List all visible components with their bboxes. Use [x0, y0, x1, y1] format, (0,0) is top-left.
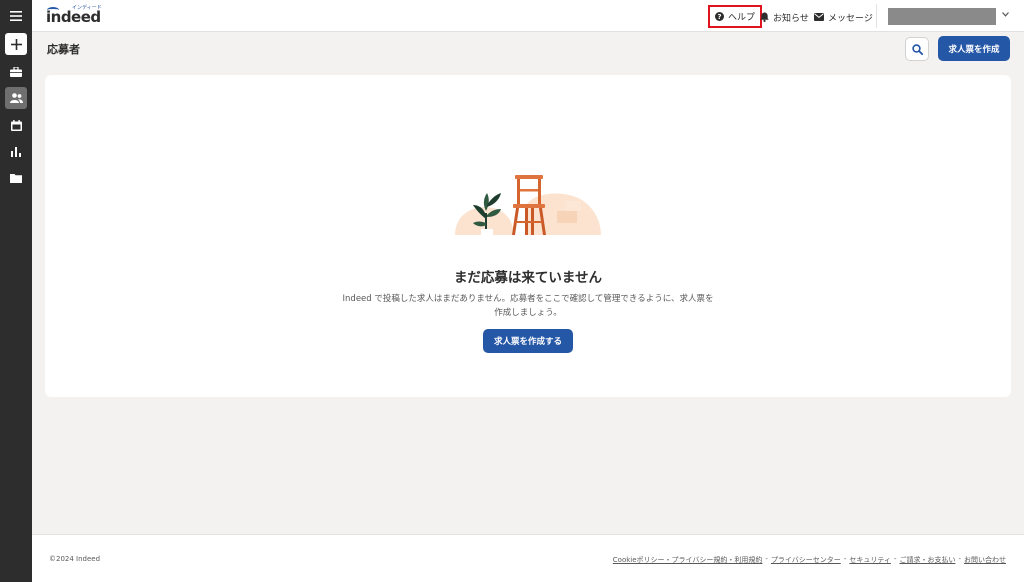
- new-button[interactable]: [5, 33, 27, 55]
- notifications-link[interactable]: お知らせ: [760, 8, 809, 26]
- notifications-label: お知らせ: [773, 13, 809, 24]
- create-job-button[interactable]: 求人票を作成: [938, 36, 1010, 61]
- people-icon: [9, 93, 23, 103]
- create-job-cta-button[interactable]: 求人票を作成する: [483, 329, 573, 353]
- footer-separator: -: [893, 555, 897, 563]
- page-title: 応募者: [47, 43, 80, 56]
- menu-icon: [10, 11, 22, 21]
- help-label: ヘルプ: [728, 13, 756, 23]
- question-circle-icon: ?: [715, 12, 724, 21]
- svg-text:?: ?: [717, 13, 721, 21]
- footer: ©2024 Indeed Cookieポリシー・プライバシー規約・利用規約 - …: [32, 534, 1024, 582]
- sidebar-item-candidates[interactable]: [5, 87, 27, 109]
- search-button[interactable]: [905, 37, 929, 61]
- footer-link-contact[interactable]: お問い合わせ: [964, 555, 1006, 565]
- empty-state-description: Indeed で投稿した求人はまだありません。応募者をここで確認して管理できるよ…: [342, 294, 714, 318]
- footer-link-policies[interactable]: Cookieポリシー・プライバシー規約・利用規約: [613, 555, 763, 565]
- footer-separator: -: [765, 555, 768, 563]
- briefcase-icon: [10, 67, 22, 77]
- messages-link[interactable]: メッセージ: [814, 8, 873, 26]
- empty-state-title: まだ応募は来ていません: [453, 270, 603, 286]
- sidebar-item-jobs[interactable]: [5, 61, 27, 83]
- menu-button[interactable]: [5, 5, 27, 27]
- footer-link-privacy-center[interactable]: プライバシーセンター: [771, 555, 841, 565]
- footer-separator: -: [958, 555, 961, 563]
- header-divider: [876, 4, 877, 28]
- folder-icon: [10, 174, 22, 183]
- top-header: インディード indeed ? ヘルプ お知らせ メッセージ: [32, 0, 1024, 32]
- footer-link-billing[interactable]: ご請求・お支払い: [899, 555, 955, 565]
- sidebar-item-calendar[interactable]: [5, 114, 27, 136]
- help-link[interactable]: ? ヘルプ: [708, 5, 763, 28]
- sidebar-item-files[interactable]: [5, 167, 27, 189]
- bell-icon: [760, 12, 769, 22]
- search-icon: [911, 43, 923, 55]
- footer-link-security[interactable]: セキュリティ: [849, 555, 891, 565]
- chevron-down-icon[interactable]: [1002, 10, 1009, 19]
- empty-state-card: まだ応募は来ていません Indeed で投稿した求人はまだありません。応募者をこ…: [45, 75, 1011, 397]
- calendar-icon: [10, 119, 22, 131]
- bar-chart-icon: [11, 147, 21, 157]
- copyright: ©2024 Indeed: [49, 555, 101, 563]
- mail-icon: [814, 13, 824, 21]
- footer-links: Cookieポリシー・プライバシー規約・利用規約 - プライバシーセンター - …: [613, 555, 1006, 565]
- plus-icon: [10, 38, 22, 50]
- left-rail: [0, 0, 32, 582]
- messages-label: メッセージ: [828, 13, 873, 24]
- footer-separator: -: [843, 555, 847, 563]
- account-name-redacted[interactable]: [888, 8, 996, 25]
- sidebar-item-analytics[interactable]: [5, 141, 27, 163]
- chair-plant-illustration: [455, 175, 601, 235]
- logo-text: indeed: [46, 8, 101, 26]
